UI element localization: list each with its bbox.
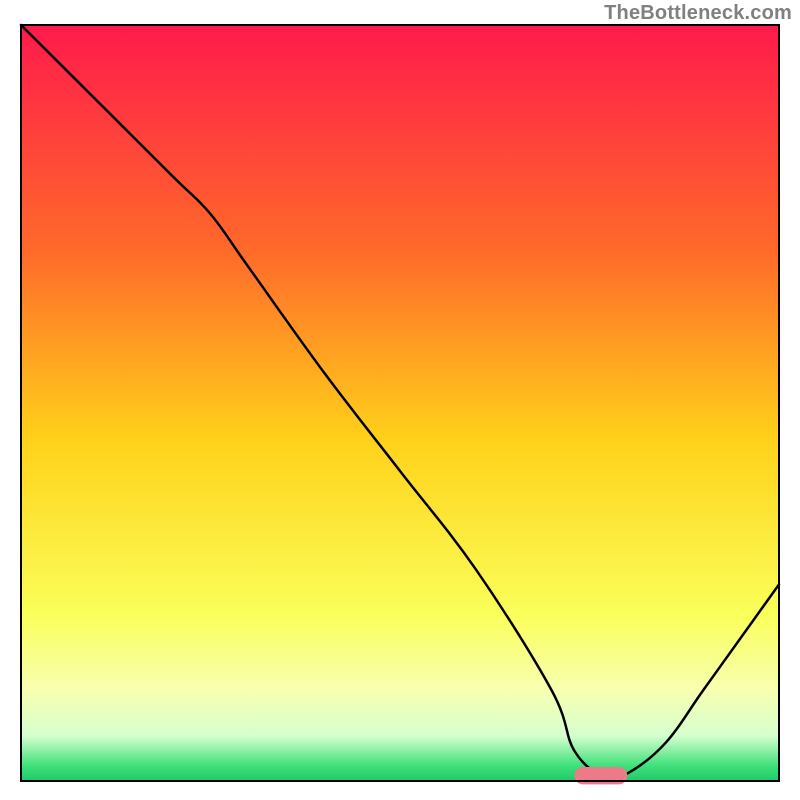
chart-stage: TheBottleneck.com: [0, 0, 800, 800]
chart-canvas: [0, 0, 800, 800]
watermark-text: TheBottleneck.com: [604, 2, 792, 25]
